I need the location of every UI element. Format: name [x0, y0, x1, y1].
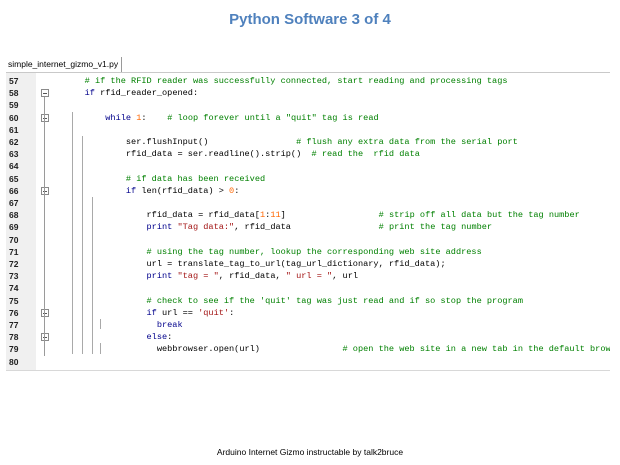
code-line[interactable]: 59	[6, 99, 610, 111]
line-number: 60	[9, 112, 19, 123]
indent-guide	[100, 343, 101, 354]
fold-toggle-icon[interactable]	[41, 308, 49, 317]
line-number: 69	[9, 222, 19, 233]
code-line[interactable]: 69 print "Tag data:", rfid_data # print …	[6, 221, 610, 233]
line-number: 68	[9, 210, 19, 221]
code-line[interactable]: 79 webbrowser.open(url) # open the web s…	[6, 343, 610, 355]
code-line[interactable]: 75 # check to see if the 'quit' tag was …	[6, 295, 610, 307]
code-line[interactable]: 73 print "tag = ", rfid_data, " url = ",…	[6, 270, 610, 282]
code-text: url = translate_tag_to_url(tag_url_dicti…	[64, 259, 446, 269]
editor-tab-bar: simple_internet_gizmo_v1.py	[6, 57, 610, 73]
fold-toggle-icon[interactable]	[41, 333, 49, 342]
code-line[interactable]: 60 while 1: # loop forever until a "quit…	[6, 112, 610, 124]
line-number: 76	[9, 307, 19, 318]
file-tab[interactable]: simple_internet_gizmo_v1.py	[6, 57, 123, 72]
code-line[interactable]: 64	[6, 160, 610, 172]
code-line[interactable]: 57 # if the RFID reader was successfully…	[6, 75, 610, 87]
code-text: if url == 'quit':	[146, 307, 235, 318]
slide-title: Python Software 3 of 4	[229, 11, 391, 28]
code-text: # check to see if the 'quit' tag was jus…	[146, 295, 523, 306]
code-line[interactable]: 63 rfid_data = ser.readline().strip() # …	[6, 148, 610, 160]
code-editor[interactable]: 57 # if the RFID reader was successfully…	[6, 73, 610, 371]
line-number: 77	[9, 320, 19, 330]
indent-guide	[82, 136, 83, 354]
code-text: if rfid_reader_opened:	[84, 88, 199, 99]
line-number: 59	[9, 100, 19, 111]
code-text: rfid_data = ser.readline().strip() # rea…	[64, 149, 420, 160]
indent-guide	[100, 319, 101, 330]
line-number: 66	[9, 185, 19, 196]
code-line[interactable]: 77 break	[6, 319, 610, 331]
line-number: 74	[9, 283, 19, 294]
code-line[interactable]: 76 if url == 'quit':	[6, 307, 610, 319]
code-text: rfid_data = rfid_data[1:11] # strip off …	[64, 210, 580, 221]
fold-toggle-icon[interactable]	[41, 186, 49, 195]
code-line[interactable]: 65 # if data has been received	[6, 173, 610, 185]
code-text: # if data has been received	[125, 173, 266, 184]
code-text: # using the tag number, lookup the corre…	[146, 246, 482, 257]
fold-toggle-icon[interactable]	[41, 89, 49, 98]
line-number: 80	[9, 356, 19, 367]
line-number: 57	[9, 76, 19, 86]
line-number: 61	[9, 124, 19, 135]
code-line[interactable]: 67	[6, 197, 610, 209]
line-number: 79	[9, 344, 19, 355]
line-number: 58	[9, 88, 19, 99]
code-line[interactable]: 80	[6, 356, 610, 368]
code-line[interactable]: 62 ser.flushInput() # flush any extra da…	[6, 136, 610, 148]
code-line[interactable]: 72 url = translate_tag_to_url(tag_url_di…	[6, 258, 610, 270]
line-number: 63	[9, 149, 19, 160]
code-text: if len(rfid_data) > 0:	[125, 185, 240, 196]
code-line[interactable]: 58 if rfid_reader_opened:	[6, 87, 610, 99]
code-text: print "tag = ", rfid_data, " url = ", ur…	[146, 271, 359, 282]
code-line[interactable]: 78 else:	[6, 331, 610, 343]
code-line[interactable]: 61	[6, 124, 610, 136]
line-number: 72	[9, 259, 19, 269]
code-line[interactable]: 71 # using the tag number, lookup the co…	[6, 246, 610, 258]
line-number: 62	[9, 137, 19, 147]
code-text: while 1: # loop forever until a "quit" t…	[105, 112, 379, 123]
code-text: # if the RFID reader was successfully co…	[84, 76, 508, 86]
fold-range-line	[44, 97, 45, 356]
code-line[interactable]: 70	[6, 234, 610, 246]
fold-toggle-icon[interactable]	[41, 113, 49, 122]
code-text: ser.flushInput() # flush any extra data …	[64, 137, 518, 147]
line-number: 73	[9, 271, 19, 282]
indent-guide	[92, 197, 93, 354]
line-number: 65	[9, 173, 19, 184]
code-line[interactable]: 68 rfid_data = rfid_data[1:11] # strip o…	[6, 209, 610, 221]
line-number: 78	[9, 332, 19, 343]
line-number: 70	[9, 234, 19, 245]
indent-guide	[72, 111, 73, 354]
code-line[interactable]: 66 if len(rfid_data) > 0:	[6, 185, 610, 197]
line-number: 64	[9, 161, 19, 172]
line-number: 71	[9, 246, 19, 257]
line-number: 67	[9, 198, 19, 208]
code-line[interactable]: 74	[6, 282, 610, 294]
slide-caption: Arduino Internet Gizmo instructable by t…	[216, 447, 404, 457]
line-number: 75	[9, 295, 19, 306]
code-text: webbrowser.open(url) # open the web site…	[64, 344, 610, 355]
code-text: else:	[146, 332, 173, 343]
code-text: print "Tag data:", rfid_data # print the…	[146, 222, 493, 233]
